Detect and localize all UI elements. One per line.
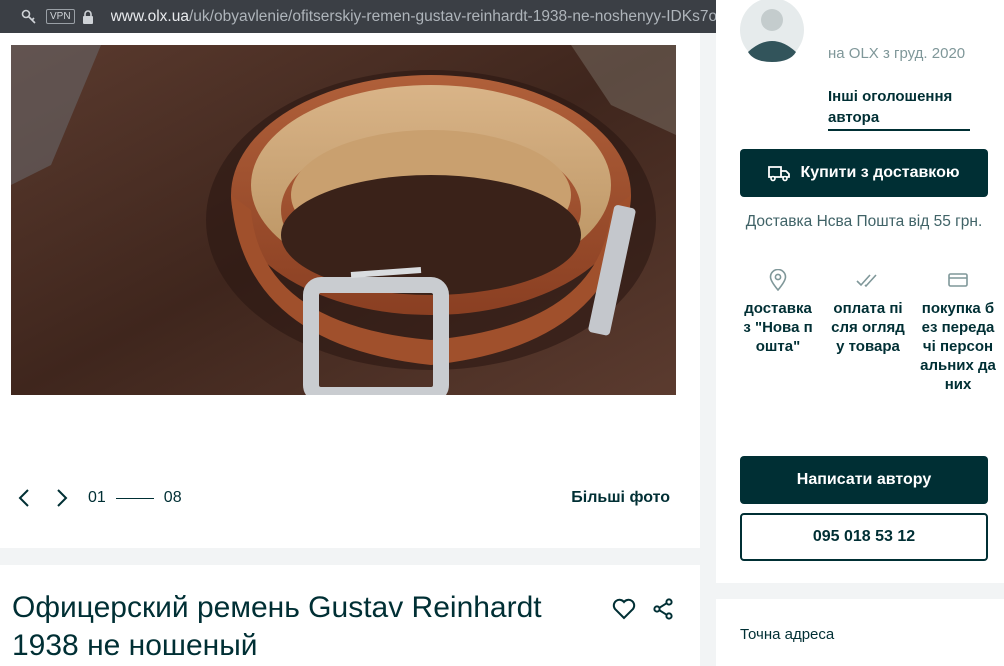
ad-title-card: Офицерский ремень Gustav Reinhardt 1938 … [0,565,700,666]
feature-label: покупка без передачі персональних даних [920,300,996,393]
feature-no-personal-data: покупка без передачі персональних даних [920,266,996,394]
feature-nova-poshta: доставка з "Нова пошта" [740,266,816,394]
address-card: Точна адреса [716,599,1004,666]
card-icon [920,266,996,294]
delivery-price-note: Доставка Нсва Пошта від 55 грн. [745,213,983,230]
photo-total: 08 [163,489,182,506]
phone-number-button[interactable]: 095 018 53 12 [740,513,988,561]
buy-button-label: Купити з доставкою [800,164,960,181]
seller-since: на OLX з груд. 2020 [828,45,966,62]
product-photo[interactable] [11,45,676,395]
truck-icon [768,166,791,182]
photo-current: 01 [88,489,106,506]
vpn-badge[interactable]: VPN [46,9,75,24]
url-domain: www.olx.ua [110,7,189,25]
feature-label: оплата після огляду товара [831,300,905,355]
bigger-photos-link[interactable]: Більші фото [571,489,670,507]
delivery-features: доставка з "Нова пошта" оплата після огл… [740,266,996,394]
write-to-author-button[interactable]: Написати автору [740,456,988,504]
gallery-navigation: 01 08 [14,486,182,510]
belt-photo-illustration [11,45,676,395]
lock-icon[interactable] [75,0,101,33]
key-icon[interactable] [16,0,42,33]
feature-label: доставка з "Нова пошта" [743,300,813,355]
counter-divider [115,497,154,499]
seller-card: на OLX з груд. 2020 Інші оголошення авто… [716,0,1004,583]
prev-arrow-icon[interactable] [14,486,34,510]
avatar[interactable] [740,0,804,76]
location-pin-icon [740,266,816,294]
other-ads-link[interactable]: Інші оголошення автора [828,86,970,131]
feature-pay-after-check: оплата після огляду товара [830,266,906,394]
double-check-icon [830,266,906,294]
buy-with-delivery-button[interactable]: Купити з доставкою [740,149,988,197]
exact-address-label: Точна адреса [740,626,835,643]
favorite-heart-icon[interactable] [612,598,636,625]
share-icon[interactable] [652,598,674,625]
next-arrow-icon[interactable] [52,486,72,510]
url-path: /uk/obyavlenie/ofitserskiy-remen-gustav-… [188,7,739,25]
photo-counter: 01 08 [88,489,182,507]
photo-gallery: 01 08 Більші фото [0,33,700,548]
ad-title: Офицерский ремень Gustav Reinhardt 1938 … [12,591,542,662]
